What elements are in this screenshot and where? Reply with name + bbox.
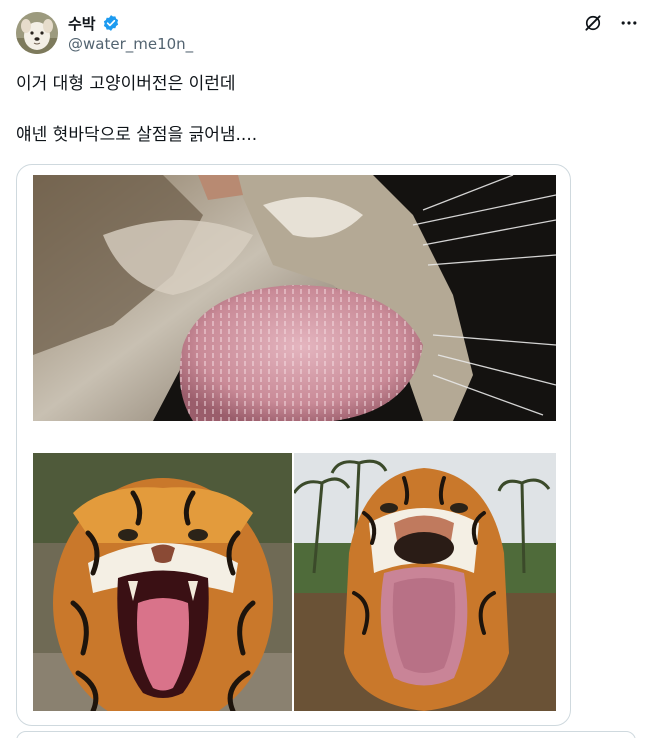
tweet-text: 이거 대형 고양이버전은 이런데 얘넨 혓바닥으로 살점을 긁어냄.... xyxy=(16,72,616,148)
next-post-edge xyxy=(16,731,636,738)
tweet-text-line: 얘넨 혓바닥으로 살점을 긁어냄.... xyxy=(16,125,258,145)
media-grid xyxy=(16,164,571,726)
tweet-text-line: 이거 대형 고양이버전은 이런데 xyxy=(16,74,236,94)
photo-cat-tongue[interactable] xyxy=(33,175,556,421)
tweet-card: 수박 @water_me10n_ 이거 대형 고양이버전은 이런데 얘넨 혓바닥… xyxy=(0,0,656,738)
tweet-top-actions xyxy=(582,12,640,34)
photo-tiger-yawning[interactable] xyxy=(33,453,292,711)
dog-avatar-icon xyxy=(16,12,58,54)
verified-badge-icon[interactable] xyxy=(102,14,120,32)
author-handle[interactable]: @water_me10n_ xyxy=(68,35,193,53)
tweet-text-spacer xyxy=(16,97,616,123)
grok-icon[interactable] xyxy=(582,12,604,34)
display-name[interactable]: 수박 xyxy=(68,13,96,34)
photo-tiger-tongue-out[interactable] xyxy=(294,453,556,711)
avatar[interactable] xyxy=(16,12,58,54)
more-dots-icon[interactable] xyxy=(618,12,640,34)
author-name-row: 수박 xyxy=(68,12,120,34)
